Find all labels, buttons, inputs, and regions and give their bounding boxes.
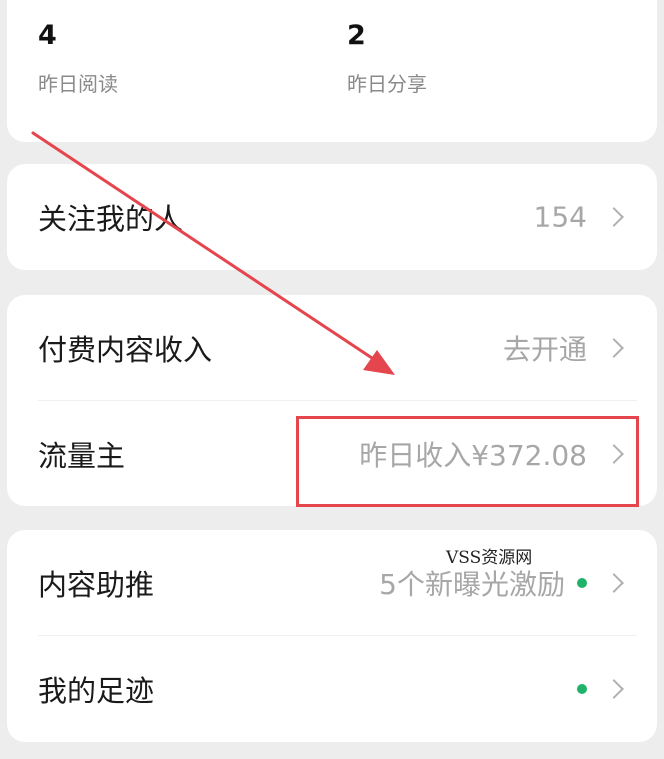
annotation-arrow: [31, 131, 395, 375]
watermark: VSS资源网: [446, 548, 533, 568]
